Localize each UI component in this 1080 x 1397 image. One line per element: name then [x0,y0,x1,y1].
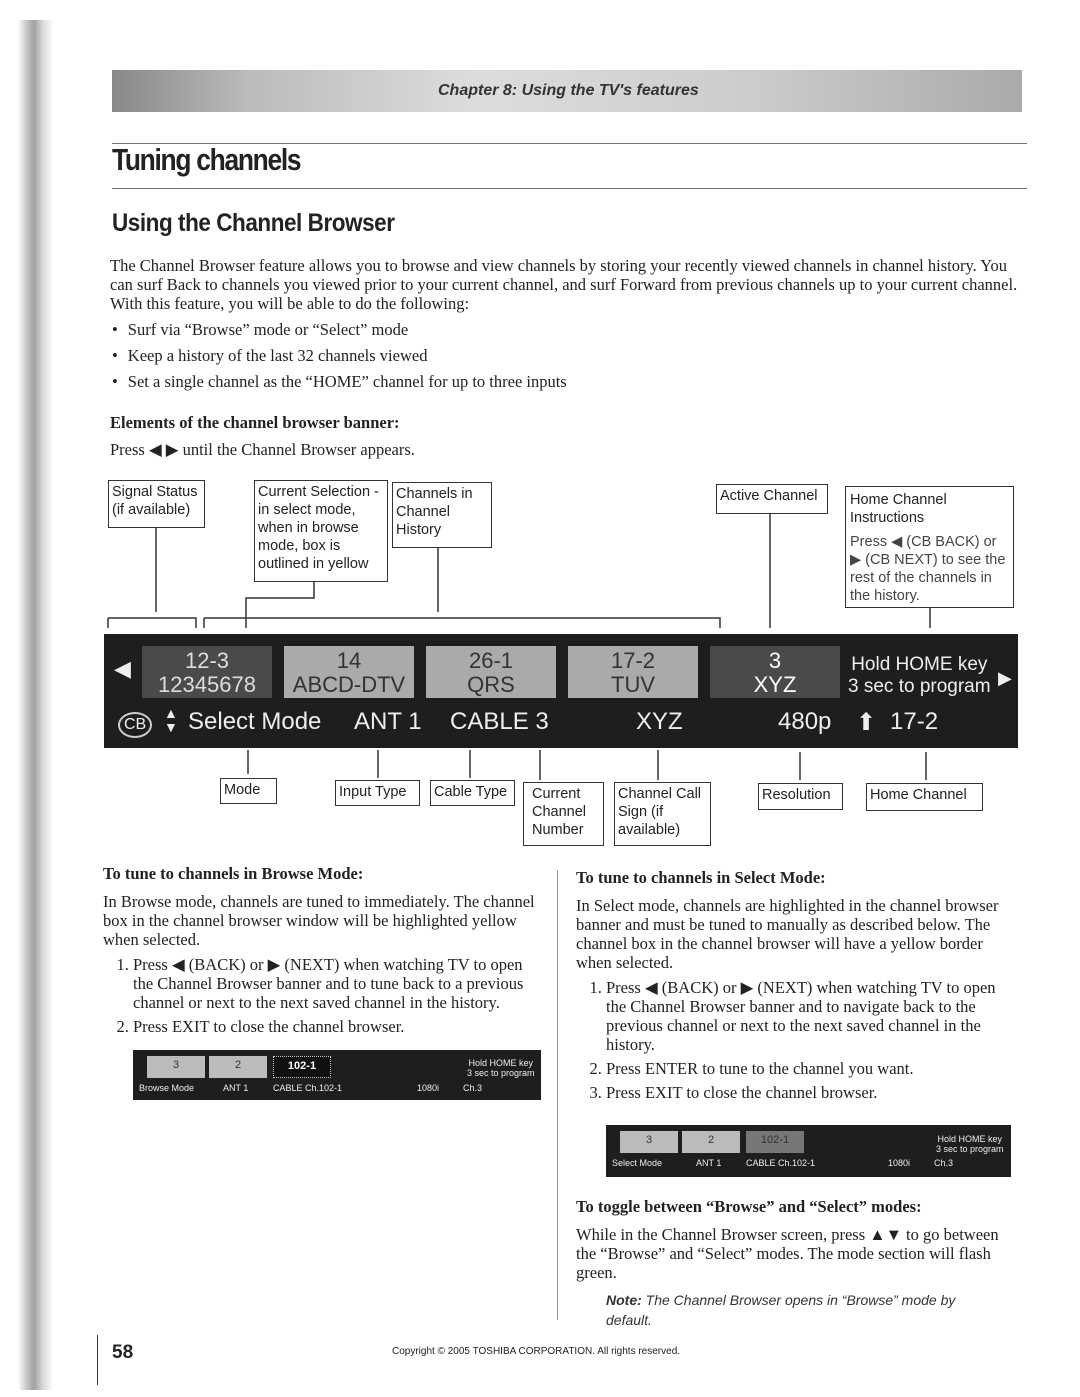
callout-resolution: Resolution [758,783,843,810]
channel-cell-active: 3 XYZ [710,646,840,698]
select-heading: To tune to channels in Select Mode: [576,868,826,887]
callout-home-channel: Home Channel Instructions Press ◀ (CB BA… [845,486,1014,608]
browse-text: In Browse mode, channels are tuned to im… [103,892,535,949]
note: Note: The Channel Browser opens in “Brow… [606,1292,956,1328]
callout-input-type: Input Type [335,780,420,806]
list-item: Press EXIT to close the channel browser. [606,1083,1016,1102]
channel-cell: 17-2 TUV [568,646,698,698]
callout-channel-history: Channels in Channel History [392,482,492,548]
callout-current-channel: Current Channel Number [523,782,604,846]
toggle-heading: To toggle between “Browse” and “Select” … [576,1197,922,1216]
channel-cell: 14 ABCD-DTV [284,646,414,698]
list-item: Press EXIT to close the channel browser. [133,1017,543,1036]
toggle-section: To toggle between “Browse” and “Select” … [576,1197,1016,1330]
browse-mode-section: To tune to channels in Browse Mode: In B… [103,864,543,1041]
next-arrow-icon: ▶ [998,668,1012,688]
callout-home-channel-bottom: Home Channel [866,783,983,811]
call-sign: XYZ [636,708,683,735]
hold-home-text: Hold HOME key 3 sec to program [467,1058,535,1078]
channel-cell: 26-1 QRS [426,646,556,698]
hold-home-text: Hold HOME key 3 sec to program [848,654,991,697]
mode-label: Select Mode [612,1158,663,1168]
callout-signal-status: Signal Status (if available) [108,480,205,528]
callout-home-title: Home Channel Instructions [850,492,947,526]
mode-label: Select Mode [188,708,322,735]
channel-browser-banner: ◀ 12-3 12345678 14 ABCD-DTV 26-1 QRS 17-2 TU… [104,634,1018,748]
page-number: 58 [112,1342,134,1363]
list-item: Press ENTER to tune to the channel you w… [606,1059,1016,1078]
callout-active-channel: Active Channel [716,484,828,514]
up-down-icon: ▲ ▼ [164,705,178,735]
select-text: In Select mode, channels are highlighted… [576,896,999,972]
input-type: ANT 1 [354,708,422,735]
hold-home-text: Hold HOME key 3 sec to program [936,1134,1004,1154]
callout-mode: Mode [220,778,277,804]
home-icon: ⬆ [856,709,877,736]
select-mode-section: To tune to channels in Select Mode: In S… [576,868,1016,1107]
callout-call-sign: Channel Call Sign (if available) [614,782,711,846]
select-mode-banner: 3 2 102-1 Hold HOME key 3 sec to program … [606,1125,1011,1177]
home-channel: 17-2 [890,708,939,735]
mode-label: Browse Mode [139,1083,195,1093]
callout-current-selection: Current Selection - in select mode, when… [254,480,388,582]
page-number-rule [97,1335,98,1385]
list-item: Press ◀ (BACK) or ▶ (NEXT) when watching… [606,978,1016,1054]
callout-home-press: Press ◀ (CB BACK) or ▶ (CB NEXT) to see … [850,534,1006,604]
back-arrow-icon: ◀ [114,656,131,681]
list-item: Press ◀ (BACK) or ▶ (NEXT) when watching… [133,955,543,1012]
cb-icon: CB [118,712,153,738]
copyright: Copyright © 2005 TOSHIBA CORPORATION. Al… [392,1346,681,1357]
browse-mode-banner: 3 2 102-1 Hold HOME key 3 sec to program … [133,1050,541,1100]
callout-cable-type: Cable Type [430,780,515,806]
channel-cell: 12-3 12345678 [142,646,272,698]
resolution: 480p [778,708,832,735]
column-divider [557,870,558,1320]
browse-heading: To tune to channels in Browse Mode: [103,864,364,883]
toggle-text: While in the Channel Browser screen, pre… [576,1225,999,1282]
cable-type: CABLE 3 [450,708,549,735]
